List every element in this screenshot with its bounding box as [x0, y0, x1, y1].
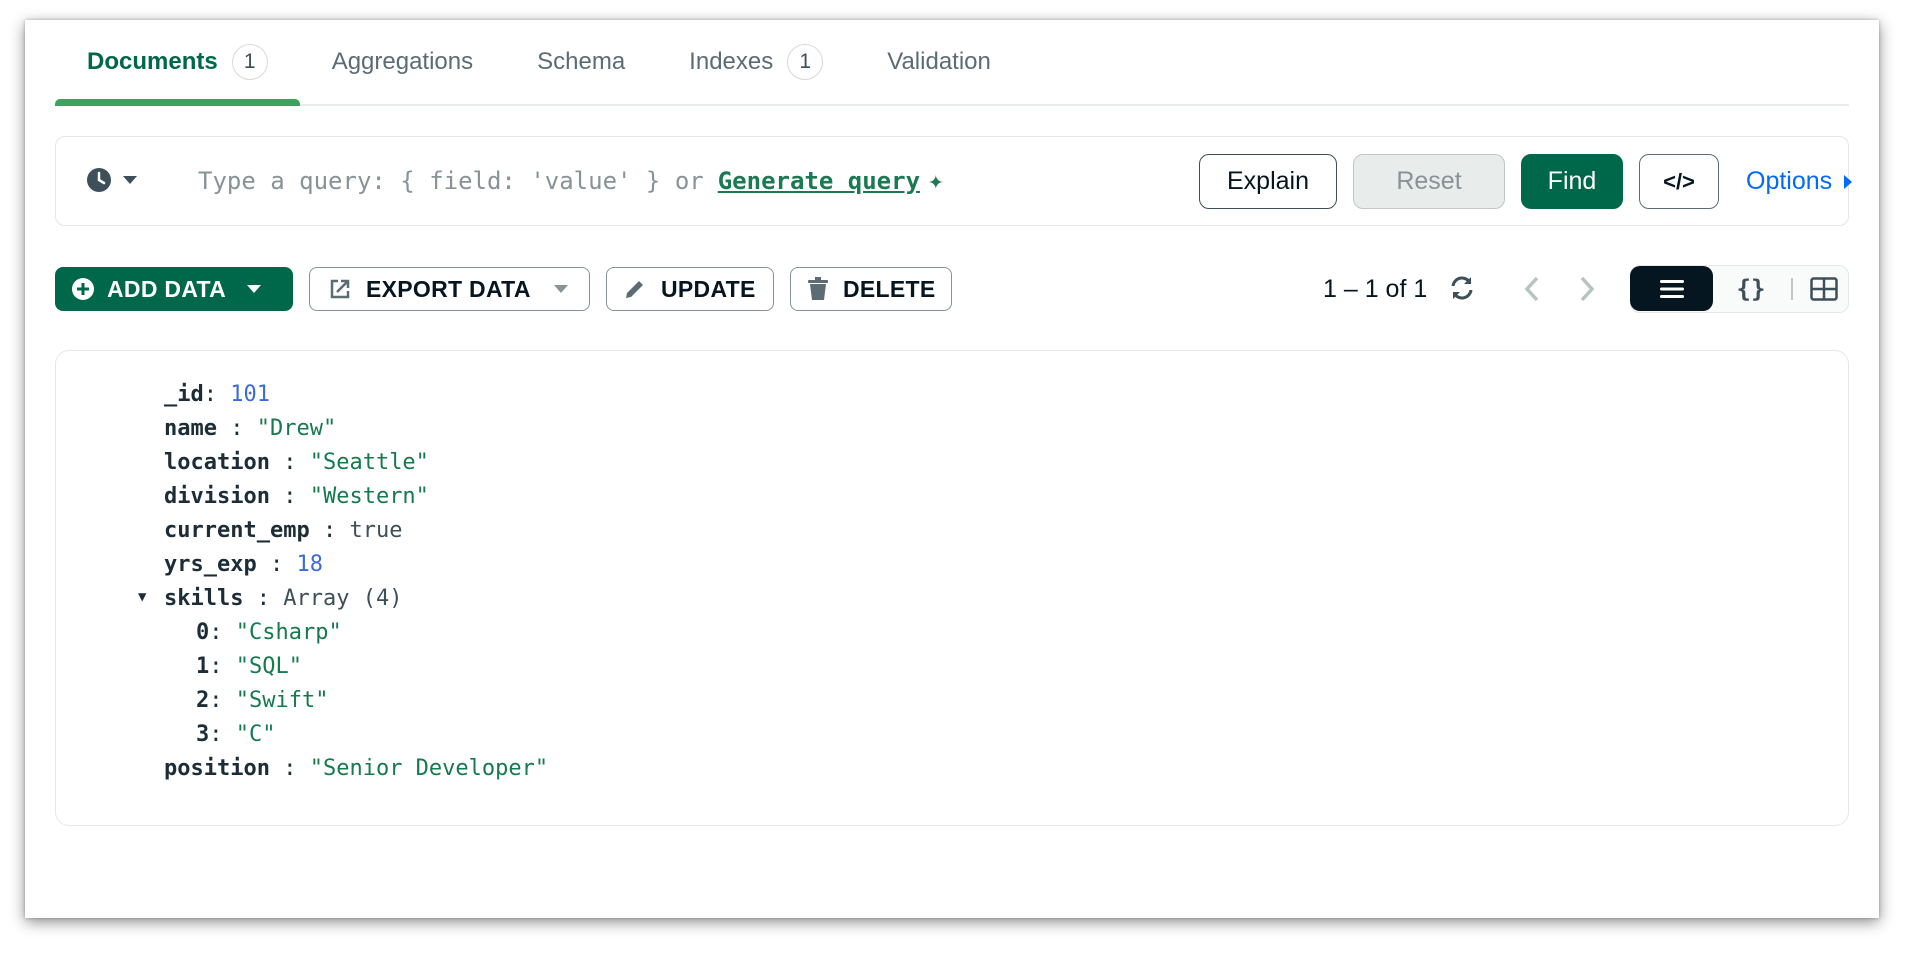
table-icon — [1810, 276, 1838, 301]
field-value: "Western" — [309, 483, 429, 509]
tab-validation[interactable]: Validation — [855, 20, 1023, 104]
tab-indexes-label: Indexes — [689, 48, 774, 75]
options-toggle[interactable]: Options — [1746, 154, 1854, 209]
pencil-icon — [626, 281, 643, 298]
tab-indexes-count: 1 — [787, 44, 824, 80]
compass-documents-panel: Documents 1 Aggregations Schema Indexes … — [25, 20, 1879, 918]
options-label: Options — [1746, 167, 1833, 195]
field-value: true — [349, 517, 403, 543]
pagination-info: 1 – 1 of 1 — [1323, 274, 1428, 303]
caret-down-icon — [247, 285, 262, 293]
collection-tabs: Documents 1 Aggregations Schema Indexes … — [55, 20, 1849, 106]
array-index: 1 — [196, 653, 210, 679]
field-value: "Seattle" — [309, 449, 429, 475]
refresh-button[interactable] — [1447, 273, 1477, 308]
array-item[interactable]: 1: "SQL" — [164, 649, 548, 683]
export-data-label: EXPORT DATA — [366, 275, 531, 302]
field-value: "Drew" — [256, 415, 337, 441]
document-fields: _id: 101 name : "Drew" location : "Seatt… — [138, 377, 548, 785]
list-icon — [1659, 279, 1684, 298]
caret-down-icon — [123, 176, 137, 184]
array-item[interactable]: 0: "Csharp" — [164, 615, 548, 649]
clock-icon — [87, 168, 111, 192]
chevron-left-icon — [1524, 276, 1539, 302]
field-key: yrs_exp — [164, 551, 257, 577]
sparkle-icon: ✦ — [928, 166, 944, 196]
refresh-icon — [1451, 276, 1473, 300]
query-placeholder: Type a query: { field: 'value' } or — [198, 167, 704, 195]
array-index: 0 — [196, 619, 210, 645]
query-history-button[interactable] — [86, 167, 138, 193]
array-value: "SQL" — [235, 653, 302, 679]
tab-documents-count: 1 — [231, 44, 268, 80]
delete-button[interactable]: DELETE — [790, 267, 952, 311]
array-index: 3 — [196, 721, 210, 747]
json-view-button[interactable]: {} — [1721, 266, 1781, 311]
array-value: "C" — [235, 721, 276, 747]
field-value: Array (4) — [283, 585, 403, 611]
list-view-button[interactable] — [1630, 266, 1713, 311]
explain-button[interactable]: Explain — [1199, 154, 1337, 209]
view-toggle: {} — [1630, 265, 1849, 313]
field-row[interactable]: position : "Senior Developer" — [164, 751, 548, 785]
field-value: "Senior Developer" — [309, 755, 549, 781]
delete-label: DELETE — [843, 275, 936, 302]
field-row[interactable]: yrs_exp : 18 — [164, 547, 548, 581]
tab-schema-label: Schema — [537, 48, 626, 75]
export-data-button[interactable]: EXPORT DATA — [309, 267, 590, 311]
update-button[interactable]: UPDATE — [606, 267, 774, 311]
field-key: name — [164, 415, 217, 441]
tab-aggregations[interactable]: Aggregations — [300, 20, 505, 104]
update-label: UPDATE — [661, 275, 756, 302]
field-row-skills[interactable]: ▼ skills : Array (4) — [138, 581, 548, 615]
array-value: "Swift" — [235, 687, 329, 713]
field-key: _id — [164, 381, 204, 407]
field-row[interactable]: name : "Drew" — [164, 411, 548, 445]
chevron-right-icon — [1580, 276, 1595, 302]
field-value: 101 — [230, 381, 270, 407]
table-view-button[interactable] — [1799, 266, 1849, 311]
array-value: "Csharp" — [235, 619, 342, 645]
field-key: location — [164, 449, 270, 475]
tab-aggregations-label: Aggregations — [331, 48, 474, 75]
field-row[interactable]: division : "Western" — [164, 479, 548, 513]
array-index: 2 — [196, 687, 210, 713]
field-key: position — [164, 755, 270, 781]
array-item[interactable]: 3: "C" — [164, 717, 548, 751]
find-button[interactable]: Find — [1521, 154, 1623, 209]
generate-query-link[interactable]: Generate query — [718, 167, 920, 195]
documents-toolbar: ADD DATA EXPORT DATA UPDATE DELETE 1 – 1… — [55, 265, 1849, 313]
expand-caret-icon[interactable]: ▼ — [138, 589, 146, 605]
query-bar: Type a query: { field: 'value' } or Gene… — [55, 136, 1853, 226]
next-page-button[interactable] — [1575, 275, 1599, 308]
add-data-label: ADD DATA — [107, 275, 227, 302]
add-data-button[interactable]: ADD DATA — [55, 267, 293, 311]
field-row[interactable]: location : "Seattle" — [164, 445, 548, 479]
tab-documents[interactable]: Documents 1 — [55, 20, 300, 106]
plus-circle-icon — [72, 278, 94, 300]
caret-down-icon — [553, 285, 568, 293]
export-icon — [330, 279, 350, 299]
previous-page-button[interactable] — [1520, 275, 1544, 308]
array-item[interactable]: 2: "Swift" — [164, 683, 548, 717]
field-key: current_emp — [164, 517, 310, 543]
trash-icon — [808, 277, 828, 300]
tab-documents-label: Documents — [87, 48, 218, 75]
view-toggle-divider — [1791, 278, 1793, 300]
field-key: skills — [164, 585, 244, 611]
query-input[interactable]: Type a query: { field: 'value' } or Gene… — [198, 161, 1038, 201]
field-row[interactable]: _id: 101 — [164, 377, 548, 411]
reset-button[interactable]: Reset — [1353, 154, 1505, 209]
caret-right-icon — [1844, 174, 1853, 189]
tab-indexes[interactable]: Indexes 1 — [657, 20, 855, 104]
tab-validation-label: Validation — [887, 48, 991, 75]
export-code-button[interactable]: </> — [1639, 154, 1719, 209]
field-value: 18 — [296, 551, 323, 577]
tab-schema[interactable]: Schema — [505, 20, 657, 104]
document-card: _id: 101 name : "Drew" location : "Seatt… — [55, 350, 1849, 826]
field-row[interactable]: current_emp : true — [164, 513, 548, 547]
field-key: division — [164, 483, 270, 509]
